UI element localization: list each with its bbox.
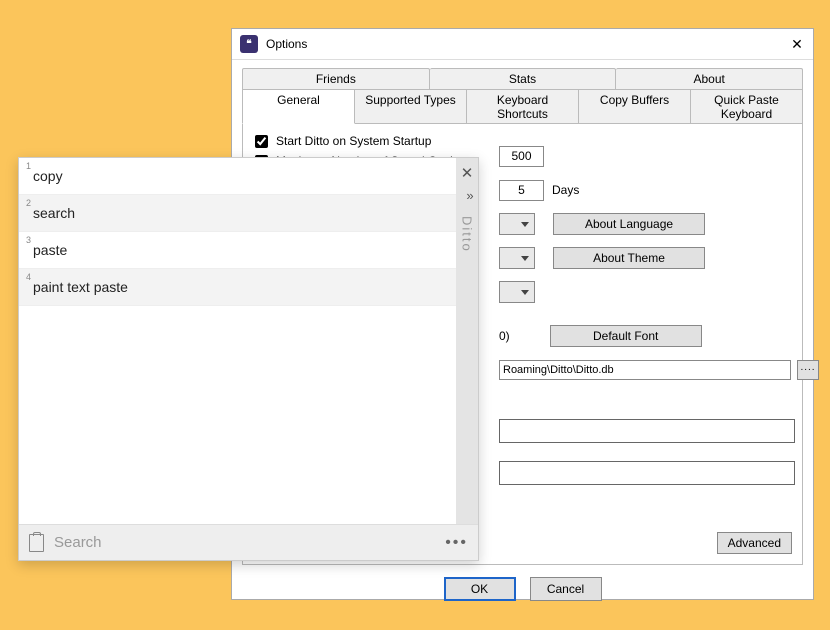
extra-combo[interactable] <box>499 281 535 303</box>
dialog-buttons: OK Cancel <box>232 565 813 613</box>
list-item[interactable]: 3 paste <box>19 232 456 269</box>
ditto-footer: Search ••• <box>19 524 478 560</box>
search-input[interactable]: Search <box>54 534 102 551</box>
tab-general[interactable]: General <box>242 89 355 124</box>
start-on-startup-checkbox[interactable] <box>255 135 268 148</box>
options-titlebar: ❝ Options ✕ <box>232 29 813 60</box>
text-field-2[interactable] <box>499 461 795 485</box>
ditto-popup: 1 copy 2 search 3 paste 4 paint text pas… <box>18 157 479 561</box>
about-theme-button[interactable]: About Theme <box>553 247 705 269</box>
tab-keyboard-shortcuts[interactable]: Keyboard Shortcuts <box>467 89 579 124</box>
clip-index: 4 <box>19 269 33 282</box>
chevron-down-icon <box>521 222 529 227</box>
chevron-down-icon <box>521 256 529 261</box>
clip-text: paint text paste <box>33 279 128 295</box>
clip-list: 1 copy 2 search 3 paste 4 paint text pas… <box>19 158 456 524</box>
tab-supported-types[interactable]: Supported Types <box>355 89 467 124</box>
ok-button[interactable]: OK <box>444 577 516 601</box>
tab-quick-paste-keyboard[interactable]: Quick Paste Keyboard <box>691 89 803 124</box>
clip-text: paste <box>33 242 67 258</box>
chevron-right-icon[interactable]: » <box>457 184 477 206</box>
default-font-button[interactable]: Default Font <box>550 325 702 347</box>
close-icon[interactable]: ✕ <box>457 162 477 184</box>
tab-friends[interactable]: Friends <box>242 68 430 89</box>
language-combo[interactable] <box>499 213 535 235</box>
browse-button[interactable]: .... <box>797 360 819 380</box>
clip-index: 3 <box>19 232 33 245</box>
zero-text: 0) <box>499 329 510 343</box>
text-field-1[interactable] <box>499 419 795 443</box>
list-item[interactable]: 4 paint text paste <box>19 269 456 306</box>
theme-combo[interactable] <box>499 247 535 269</box>
list-item[interactable]: 2 search <box>19 195 456 232</box>
advanced-button[interactable]: Advanced <box>717 532 792 554</box>
clip-index: 2 <box>19 195 33 208</box>
db-path-field[interactable] <box>499 360 791 380</box>
days-input[interactable] <box>499 180 544 201</box>
ditto-title: Ditto <box>460 216 475 253</box>
app-icon: ❝ <box>240 35 258 53</box>
about-language-button[interactable]: About Language <box>553 213 705 235</box>
close-icon[interactable]: ✕ <box>787 35 807 55</box>
clip-text: copy <box>33 168 63 184</box>
tab-copy-buffers[interactable]: Copy Buffers <box>579 89 691 124</box>
clipboard-icon[interactable] <box>29 534 44 552</box>
start-on-startup[interactable]: Start Ditto on System Startup <box>255 134 431 148</box>
clip-index: 1 <box>19 158 33 171</box>
start-on-startup-label: Start Ditto on System Startup <box>276 134 431 148</box>
tab-about[interactable]: About <box>616 68 803 89</box>
tab-stats[interactable]: Stats <box>430 68 617 89</box>
list-item[interactable]: 1 copy <box>19 158 456 195</box>
days-label: Days <box>552 183 579 197</box>
menu-icon[interactable]: ••• <box>445 534 468 552</box>
options-title: Options <box>266 37 307 51</box>
clip-text: search <box>33 205 75 221</box>
cancel-button[interactable]: Cancel <box>530 577 602 601</box>
chevron-down-icon <box>521 290 529 295</box>
ditto-sidebar: ✕ » Ditto <box>456 158 478 524</box>
max-copies-input[interactable] <box>499 146 544 167</box>
